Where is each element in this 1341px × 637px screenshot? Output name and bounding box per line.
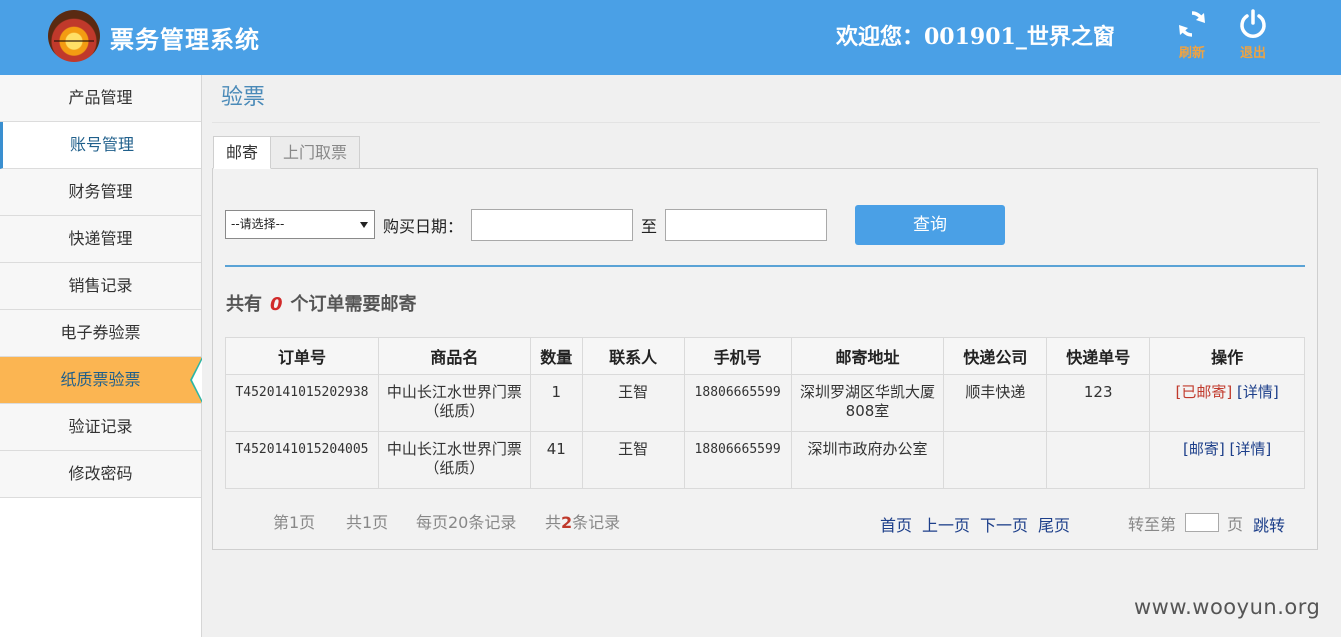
status-select[interactable]: --请选择-- bbox=[225, 210, 375, 239]
query-button[interactable]: 查询 bbox=[855, 205, 1005, 245]
date-from-input[interactable] bbox=[471, 209, 633, 241]
refresh-label: 刷新 bbox=[1178, 46, 1205, 61]
pager-next[interactable]: 下一页 bbox=[980, 512, 1028, 536]
cell-tracking bbox=[1046, 431, 1151, 489]
purchase-date-label: 购买日期： bbox=[383, 217, 464, 236]
col-courier: 快递公司 bbox=[943, 337, 1048, 375]
cell-tracking: 123 bbox=[1046, 374, 1151, 432]
pager-total-pages: 共1页 bbox=[346, 513, 389, 532]
sidebar-item-courier[interactable]: 快递管理 bbox=[0, 216, 201, 263]
cell-product: 中山长江水世界门票（纸质） bbox=[377, 374, 531, 432]
total-suffix: 条记录 bbox=[572, 513, 621, 532]
goto-page-input[interactable] bbox=[1185, 513, 1219, 532]
table-row: T4520141015204005 中山长江水世界门票（纸质） 41 王智 18… bbox=[225, 431, 1305, 489]
sidebar-item-eticket[interactable]: 电子券验票 bbox=[0, 310, 201, 357]
sidebar-item-password[interactable]: 修改密码 bbox=[0, 451, 201, 498]
cell-order-no: T4520141015204005 bbox=[225, 431, 379, 489]
tab-pickup[interactable]: 上门取票 bbox=[270, 136, 361, 169]
cell-courier: 顺丰快递 bbox=[943, 374, 1048, 432]
table-header-row: 订单号 商品名 数量 联系人 手机号 邮寄地址 快递公司 快递单号 操作 bbox=[225, 337, 1305, 375]
sidebar-item-product[interactable]: 产品管理 bbox=[0, 75, 201, 122]
sidebar-item-finance[interactable]: 财务管理 bbox=[0, 169, 201, 216]
cell-order-no: T4520141015202938 bbox=[225, 374, 379, 432]
cell-phone: 18806665599 bbox=[683, 374, 792, 432]
pager-prev[interactable]: 上一页 bbox=[922, 512, 970, 536]
col-contact: 联系人 bbox=[581, 337, 685, 375]
orders-table: 订单号 商品名 数量 联系人 手机号 邮寄地址 快递公司 快递单号 操作 T45… bbox=[225, 337, 1305, 489]
col-qty: 数量 bbox=[529, 337, 583, 375]
col-phone: 手机号 bbox=[683, 337, 792, 375]
date-to-label: 至 bbox=[641, 217, 658, 236]
tab-mail[interactable]: 邮寄 bbox=[213, 136, 272, 169]
title-divider bbox=[212, 122, 1320, 123]
top-header: 票务管理系统 欢迎您：001901_世界之窗 刷新 退出 bbox=[0, 0, 1341, 75]
col-address: 邮寄地址 bbox=[790, 337, 945, 375]
sunset-logo-icon bbox=[48, 10, 100, 62]
cell-contact: 王智 bbox=[581, 374, 685, 432]
mail-link[interactable]: [邮寄] bbox=[1183, 440, 1225, 458]
details-link[interactable]: [详情] bbox=[1237, 383, 1279, 401]
pager-first[interactable]: 首页 bbox=[880, 512, 912, 536]
details-link[interactable]: [详情] bbox=[1229, 440, 1271, 458]
cell-address: 深圳市政府办公室 bbox=[790, 431, 945, 489]
sidebar-item-sales[interactable]: 销售记录 bbox=[0, 263, 201, 310]
summary-count: 0 bbox=[270, 294, 283, 315]
logout-button[interactable]: 退出 bbox=[1233, 8, 1273, 64]
mailed-link[interactable]: [已邮寄] bbox=[1175, 383, 1232, 401]
summary-suffix: 个订单需要邮寄 bbox=[290, 294, 417, 315]
sidebar-item-paper-ticket[interactable]: 纸质票验票 bbox=[0, 357, 202, 404]
goto-button[interactable]: 跳转 bbox=[1253, 512, 1285, 536]
cell-address: 深圳罗湖区华凯大厦808室 bbox=[790, 374, 945, 432]
order-summary: 共有 0 个订单需要邮寄 bbox=[226, 290, 417, 316]
cell-phone: 18806665599 bbox=[683, 431, 792, 489]
cell-contact: 王智 bbox=[581, 431, 685, 489]
status-select-value: --请选择-- bbox=[231, 217, 285, 231]
cell-product: 中山长江水世界门票（纸质） bbox=[377, 431, 531, 489]
col-actions: 操作 bbox=[1149, 337, 1305, 375]
goto-prefix: 转至第 bbox=[1128, 515, 1177, 534]
cell-qty: 1 bbox=[529, 374, 583, 432]
col-order-no: 订单号 bbox=[225, 337, 379, 375]
power-icon bbox=[1240, 9, 1266, 38]
search-divider bbox=[225, 265, 1305, 267]
cell-actions: [已邮寄] [详情] bbox=[1149, 374, 1305, 432]
goto-suffix: 页 bbox=[1227, 515, 1244, 534]
sidebar-item-account[interactable]: 账号管理 bbox=[0, 122, 201, 169]
total-prefix: 共 bbox=[545, 513, 562, 532]
pager-total-records: 共2条记录 bbox=[545, 509, 620, 533]
date-to-input[interactable] bbox=[665, 209, 827, 241]
summary-prefix: 共有 bbox=[226, 294, 262, 315]
refresh-icon bbox=[1179, 11, 1205, 37]
cell-actions: [邮寄] [详情] bbox=[1149, 431, 1305, 489]
col-tracking: 快递单号 bbox=[1046, 337, 1151, 375]
cell-courier bbox=[943, 431, 1048, 489]
logout-label: 退出 bbox=[1239, 46, 1266, 61]
app-title: 票务管理系统 bbox=[110, 25, 260, 54]
table-row: T4520141015202938 中山长江水世界门票（纸质） 1 王智 188… bbox=[225, 374, 1305, 432]
chevron-down-icon bbox=[360, 222, 368, 228]
col-product: 商品名 bbox=[377, 337, 531, 375]
pager-last[interactable]: 尾页 bbox=[1038, 512, 1070, 536]
pager-per-page: 每页20条记录 bbox=[416, 513, 517, 532]
cell-qty: 41 bbox=[529, 431, 583, 489]
pager-current-page: 第1页 bbox=[273, 513, 316, 532]
sidebar-nav: 产品管理 账号管理 财务管理 快递管理 销售记录 电子券验票 纸质票验票 验证记… bbox=[0, 75, 202, 637]
sidebar-item-verify-log[interactable]: 验证记录 bbox=[0, 404, 201, 451]
page-title: 验票 bbox=[221, 85, 266, 110]
watermark: www.wooyun.org bbox=[1134, 595, 1321, 619]
refresh-button[interactable]: 刷新 bbox=[1172, 8, 1212, 64]
total-count: 2 bbox=[561, 513, 573, 532]
welcome-text: 欢迎您：001901_世界之窗 bbox=[836, 24, 1115, 50]
